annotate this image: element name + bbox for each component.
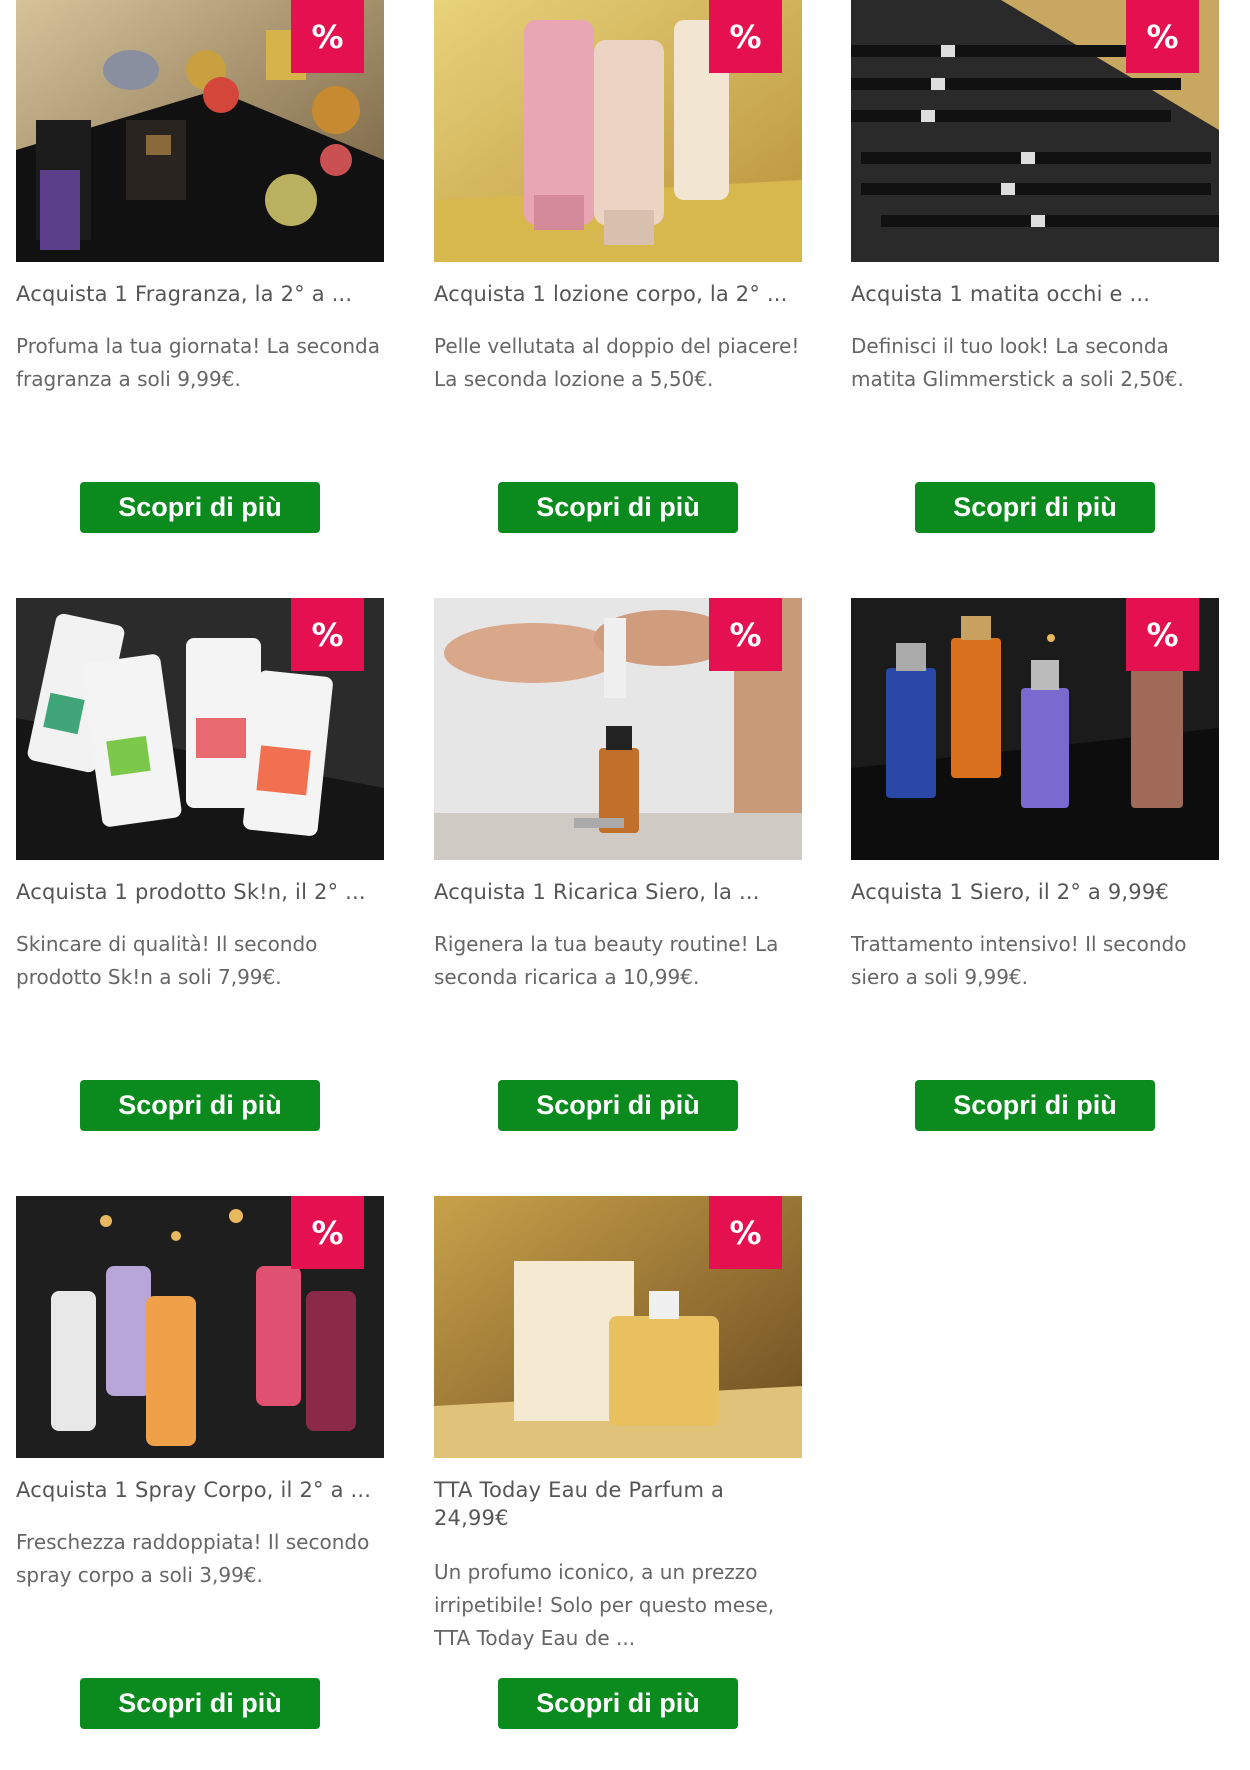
discover-more-button[interactable]: Scopri di più — [80, 482, 320, 533]
card-description: Definisci il tuo look! La seconda matita… — [851, 334, 1184, 391]
discover-more-button[interactable]: Scopri di più — [498, 1080, 738, 1131]
card-title[interactable]: Acquista 1 Ricarica Siero, la ... — [434, 878, 802, 906]
card-description: Pelle vellutata al doppio del piacere! L… — [434, 334, 800, 391]
discover-more-button[interactable]: Scopri di più — [80, 1080, 320, 1131]
card-description: Trattamento intensivo! Il secondo siero … — [851, 932, 1187, 989]
card-description: Freschezza raddoppiata! Il secondo spray… — [16, 1530, 370, 1587]
discount-badge: % — [291, 1196, 364, 1269]
promo-card: % TTA Today Eau de Parfum a 24,99€ Un pr… — [434, 1196, 802, 1729]
discount-badge: % — [709, 598, 782, 671]
discover-more-button[interactable]: Scopri di più — [80, 1678, 320, 1729]
product-image[interactable]: % — [851, 598, 1219, 860]
product-image[interactable]: % — [851, 0, 1219, 262]
promo-card: % Acquista 1 Siero, il 2° a 9,99€ Tratta… — [851, 598, 1219, 1131]
discount-badge: % — [291, 598, 364, 671]
product-image[interactable]: % — [434, 1196, 802, 1458]
product-image[interactable]: % — [16, 598, 384, 860]
product-image[interactable]: % — [434, 598, 802, 860]
card-title[interactable]: Acquista 1 Spray Corpo, il 2° a ... — [16, 1476, 384, 1504]
discount-badge: % — [291, 0, 364, 73]
card-title[interactable]: Acquista 1 Fragranza, la 2° a ... — [16, 280, 384, 308]
promo-card: % Acquista 1 Spray Corpo, il 2° a ... Fr… — [16, 1196, 384, 1729]
discover-more-button[interactable]: Scopri di più — [498, 1678, 738, 1729]
promo-card: % Acquista 1 Fragranza, la 2° a ... Prof… — [16, 0, 384, 533]
promo-card: % Acquista 1 lozione corpo, la 2° ... Pe… — [434, 0, 802, 533]
promo-card: % Acquista 1 prodotto Sk!n, il 2° ... Sk… — [16, 598, 384, 1131]
card-title[interactable]: Acquista 1 Siero, il 2° a 9,99€ — [851, 878, 1219, 906]
discover-more-button[interactable]: Scopri di più — [915, 1080, 1155, 1131]
discount-badge: % — [1126, 0, 1199, 73]
discount-badge: % — [709, 0, 782, 73]
discount-badge: % — [1126, 598, 1199, 671]
card-title[interactable]: Acquista 1 matita occhi e ... — [851, 280, 1219, 308]
card-description: Profuma la tua giornata! La seconda frag… — [16, 334, 380, 391]
card-description: Skincare di qualità! Il secondo prodotto… — [16, 932, 318, 989]
promo-card: % Acquista 1 Ricarica Siero, la ... Rige… — [434, 598, 802, 1131]
discover-more-button[interactable]: Scopri di più — [915, 482, 1155, 533]
card-title[interactable]: Acquista 1 lozione corpo, la 2° ... — [434, 280, 802, 308]
product-image[interactable]: % — [434, 0, 802, 262]
product-image[interactable]: % — [16, 1196, 384, 1458]
product-image[interactable]: % — [16, 0, 384, 262]
card-description: Un profumo iconico, a un prezzo irripeti… — [434, 1560, 775, 1650]
promo-card: % Acquista 1 matita occhi e ... Definisc… — [851, 0, 1219, 533]
discount-badge: % — [709, 1196, 782, 1269]
discover-more-button[interactable]: Scopri di più — [498, 482, 738, 533]
card-description: Rigenera la tua beauty routine! La secon… — [434, 932, 779, 989]
card-title[interactable]: TTA Today Eau de Parfum a 24,99€ — [434, 1476, 802, 1532]
card-title[interactable]: Acquista 1 prodotto Sk!n, il 2° ... — [16, 878, 384, 906]
